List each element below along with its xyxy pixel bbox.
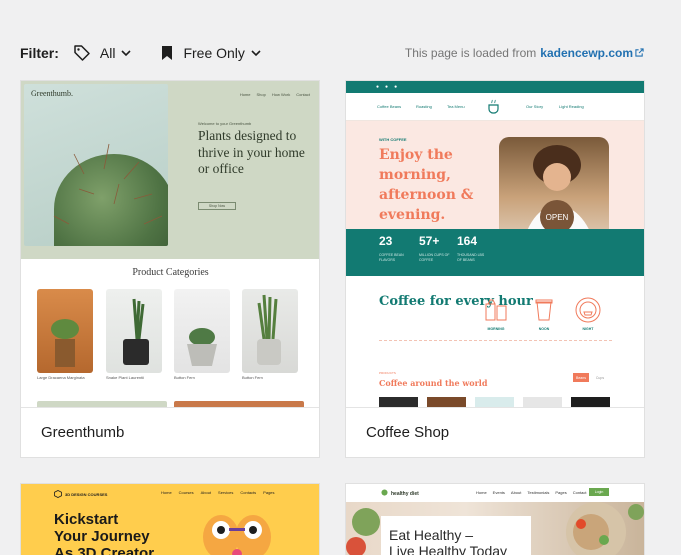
filter-bar: Filter: All Free Only This page is loade… (20, 42, 644, 64)
preview-nav: Home Shop How Work Contact (239, 92, 310, 97)
preview-login-button: Login (589, 488, 609, 496)
external-link-icon[interactable] (635, 46, 644, 60)
preview-section: Coffee for every hour MORNING NOON NIGHT… (346, 276, 644, 409)
preview-topbar: ● ● ● (346, 81, 644, 93)
bookmark-icon (160, 45, 174, 61)
filter-label: Filter: (20, 45, 59, 61)
category-filter-value: All (99, 45, 116, 61)
tag-icon (73, 44, 91, 62)
preview-headline: Eat Healthy – Live Healthy Today (389, 527, 508, 555)
plan-filter-value: Free Only (183, 45, 245, 61)
template-preview: healthy diet Home Events About Testimoni… (346, 484, 644, 555)
coffee-badge-icon (575, 297, 601, 323)
social-icons: ● ● ● (376, 84, 398, 90)
preview-stats: 23 COFFEE BEAN FLAVORS 57+ MILLION CUPS … (346, 229, 644, 276)
template-name: Greenthumb (21, 407, 319, 457)
preview-nav: Home Events About Testimonials Pages Con… (476, 490, 587, 495)
preview-nav: Coffee Beans Roasting Tea Menu Our Story… (346, 93, 644, 121)
preview-logo: healthy diet (381, 489, 419, 498)
template-card-healthy-diet[interactable]: healthy diet Home Events About Testimoni… (345, 483, 645, 555)
template-preview: ● ● ● Coffee Beans Roasting Tea Menu Our S… (346, 81, 644, 409)
cube-icon (54, 490, 62, 499)
preview-brand: Greenthumb. (31, 89, 73, 98)
template-card-coffee-shop[interactable]: ● ● ● Coffee Beans Roasting Tea Menu Our S… (345, 80, 645, 458)
kadence-link[interactable]: kadencewp.com (540, 46, 633, 60)
product-label: Button Fern (174, 375, 195, 380)
template-card-3d-design[interactable]: 3D DESIGN COURSES Home Courses About Ser… (20, 483, 320, 555)
preview-headline: Kickstart Your Journey As 3D Creator (54, 511, 155, 555)
template-card-greenthumb[interactable]: Greenthumb. Home Shop How Work Contact W… (20, 80, 320, 458)
milk-icon (485, 299, 507, 321)
preview-nav-bar: healthy diet Home Events About Testimoni… (346, 484, 644, 502)
template-preview: Greenthumb. Home Shop How Work Contact W… (21, 81, 319, 409)
category-filter-dropdown[interactable]: All (73, 44, 133, 62)
product-label: Large Dracaena Marginata (37, 375, 85, 380)
source-notice-text: This page is loaded from (404, 46, 537, 60)
preview-hero: WITH COFFEE Enjoy the morning, afternoon… (346, 121, 644, 258)
preview-hero: Greenthumb. Home Shop How Work Contact W… (21, 81, 319, 259)
chevron-down-icon (120, 47, 132, 59)
svg-text:OPEN: OPEN (546, 213, 569, 222)
plan-filter-dropdown[interactable]: Free Only (160, 45, 261, 61)
preview-headline: Enjoy the morning, afternoon & evening. (379, 147, 474, 223)
preview-hero: 3D DESIGN COURSES Home Courses About Ser… (21, 484, 319, 555)
coffee-cup-icon (535, 299, 553, 321)
preview-welcome: Welcome to your Greenthumb (198, 121, 252, 126)
3d-character-illustration (203, 515, 271, 555)
template-preview: 3D DESIGN COURSES Home Courses About Ser… (21, 484, 319, 555)
preview-categories: Product Categories Large Dracaena Margin… (21, 259, 319, 409)
preview-logo: 3D DESIGN COURSES (54, 490, 107, 499)
cactus-image (24, 84, 168, 246)
preview-headline: Plants designed to thrive in your home o… (198, 128, 305, 176)
preview-products-title: Coffee around the world (379, 378, 488, 388)
product-label: Snake Plant Laurentii (106, 375, 145, 380)
product-label: Button Fern (242, 375, 263, 380)
chevron-down-icon (250, 47, 262, 59)
preview-button: Shop Now (198, 202, 236, 210)
preview-tag: WITH COFFEE (379, 137, 407, 142)
preview-section-title: Product Categories (132, 267, 209, 278)
coffee-cup-icon (487, 98, 501, 115)
leaf-icon (381, 489, 388, 498)
template-name: Coffee Shop (346, 407, 644, 457)
source-notice: This page is loaded from kadencewp.com (405, 46, 644, 60)
